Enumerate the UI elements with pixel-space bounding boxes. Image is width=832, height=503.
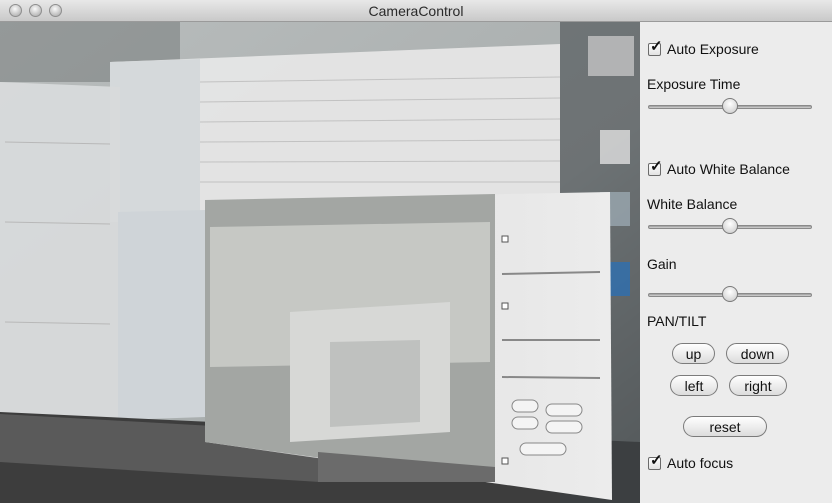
pan-up-button[interactable]: up xyxy=(672,343,715,364)
checkmark-icon: ✓ xyxy=(648,37,663,56)
slider-knob[interactable] xyxy=(722,286,738,302)
title-bar[interactable]: CameraControl xyxy=(0,0,832,22)
gain-slider[interactable] xyxy=(648,285,812,305)
camera-control-window: CameraControl ✓ Auto Exposure Exposure T… xyxy=(0,0,832,503)
slider-knob[interactable] xyxy=(722,98,738,114)
gain-label: Gain xyxy=(647,256,677,272)
exposure-time-slider[interactable] xyxy=(648,97,812,117)
auto-focus-checkbox[interactable]: ✓ Auto focus xyxy=(648,451,734,471)
white-balance-label: White Balance xyxy=(647,196,738,212)
camera-preview xyxy=(0,22,640,503)
camera-preview-image xyxy=(0,22,640,503)
checkmark-icon: ✓ xyxy=(648,157,663,176)
auto-exposure-label: Auto Exposure xyxy=(667,41,759,57)
pan-right-button[interactable]: right xyxy=(729,375,787,396)
slider-knob[interactable] xyxy=(722,218,738,234)
white-balance-slider[interactable] xyxy=(648,217,812,237)
window-title: CameraControl xyxy=(368,3,464,19)
reset-button[interactable]: reset xyxy=(683,416,767,437)
checkmark-icon: ✓ xyxy=(648,451,663,470)
exposure-time-label: Exposure Time xyxy=(647,76,741,92)
pan-left-button[interactable]: left xyxy=(670,375,718,396)
auto-focus-label: Auto focus xyxy=(667,455,734,471)
control-panel: ✓ Auto Exposure Exposure Time ✓ Auto Whi… xyxy=(640,22,832,503)
auto-white-balance-checkbox[interactable]: ✓ Auto White Balance xyxy=(648,157,790,177)
pan-down-button[interactable]: down xyxy=(726,343,789,364)
auto-exposure-checkbox[interactable]: ✓ Auto Exposure xyxy=(648,37,759,57)
pan-tilt-label: PAN/TILT xyxy=(647,313,707,329)
auto-white-balance-label: Auto White Balance xyxy=(667,161,790,177)
